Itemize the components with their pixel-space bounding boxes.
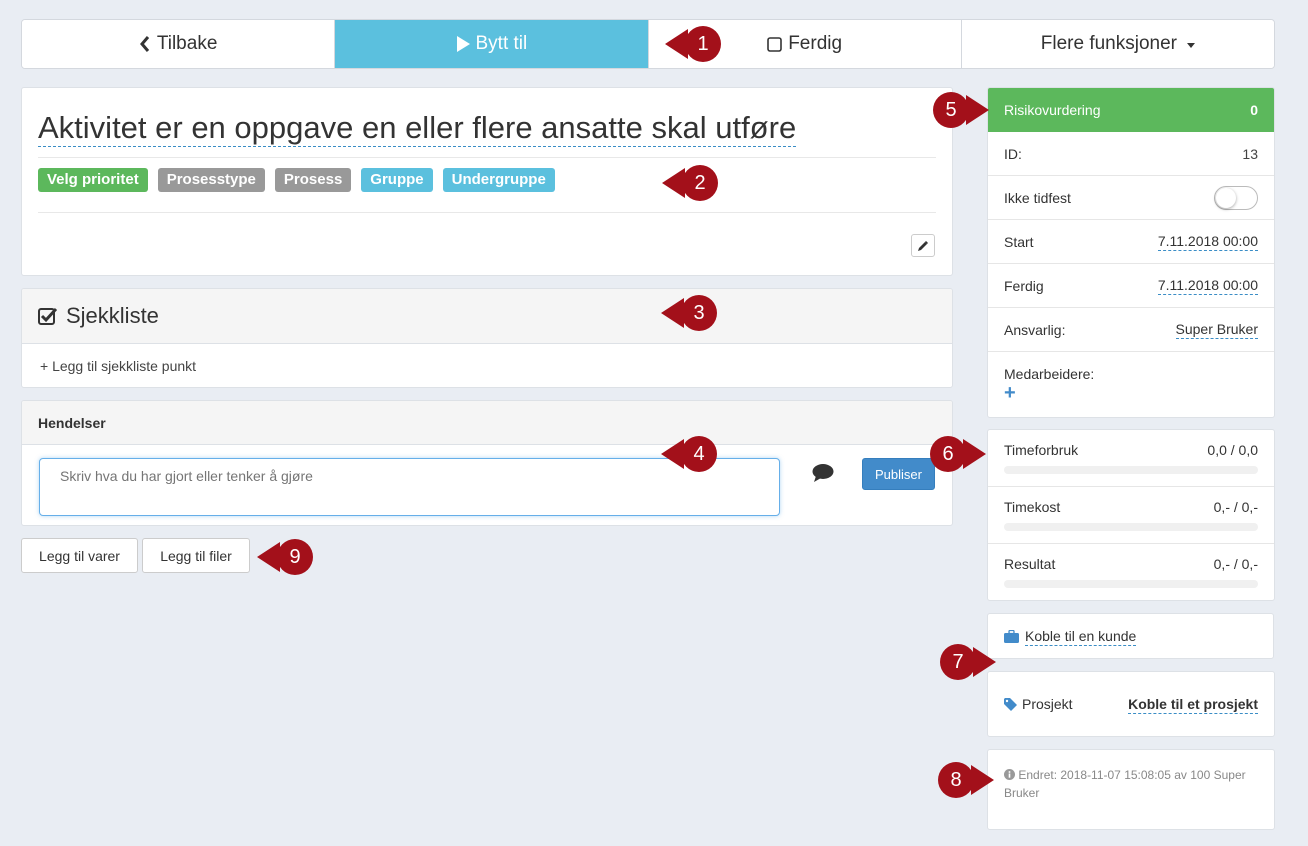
- responsible-value[interactable]: Super Bruker: [1175, 320, 1258, 339]
- project-label-wrap: Prosjekt: [1004, 696, 1073, 712]
- link-project[interactable]: Koble til et prosjekt: [1128, 695, 1258, 714]
- colleagues-label: Medarbeidere:: [1004, 366, 1095, 382]
- more-functions-dropdown[interactable]: Flere funksjoner: [961, 20, 1274, 68]
- publish-button[interactable]: Publiser: [862, 458, 935, 490]
- checklist-panel: Sjekkliste + Legg til sjekkliste punkt: [21, 288, 953, 388]
- info-icon: [1004, 769, 1015, 780]
- done-button-label: Ferdig: [788, 33, 843, 54]
- start-date-value[interactable]: 7.11.2018 00:00: [1157, 232, 1258, 251]
- caret-down-icon: [1186, 42, 1195, 48]
- add-colleague-icon[interactable]: +: [1004, 383, 1016, 403]
- callout-marker: 8: [937, 761, 997, 799]
- link-customer[interactable]: Koble til en kunde: [1025, 627, 1137, 646]
- callout-number: 4: [693, 442, 705, 465]
- top-toolbar: Tilbake Bytt til Ferdig Flere funksjoner: [21, 19, 1275, 69]
- id-row: ID: 13: [988, 132, 1274, 176]
- callout-number: 7: [952, 650, 964, 673]
- events-panel: Hendelser Publiser: [21, 400, 953, 526]
- comment-icon[interactable]: [812, 463, 834, 483]
- pencil-icon: [918, 240, 929, 251]
- colleagues-section: Medarbeidere: +: [988, 352, 1274, 416]
- untimed-toggle[interactable]: [1214, 185, 1258, 210]
- start-label: Start: [1004, 233, 1034, 250]
- hours-row: Timeforbruk 0,0 / 0,0: [988, 430, 1274, 487]
- responsible-row: Ansvarlig: Super Bruker: [988, 308, 1274, 352]
- result-value: 0,- / 0,-: [1213, 556, 1258, 572]
- callout-number: 3: [693, 301, 705, 324]
- start-row: Start 7.11.2018 00:00: [988, 220, 1274, 264]
- checkbox-empty-icon: [767, 36, 782, 52]
- callout-marker: 1: [662, 25, 722, 63]
- changed-info-panel: Endret: 2018-11-07 15:08:05 av 100 Super…: [987, 749, 1275, 830]
- add-items-button[interactable]: Legg til varer: [21, 538, 138, 573]
- checkbox-checked-icon: [38, 307, 58, 325]
- result-label: Resultat: [1004, 556, 1056, 572]
- risk-assessment-header[interactable]: Risikovurdering 0: [988, 88, 1274, 132]
- callout-marker: 7: [939, 643, 999, 681]
- hours-label: Timeforbruk: [1004, 442, 1079, 458]
- customer-panel: Koble til en kunde: [987, 613, 1274, 659]
- cost-label: Timekost: [1004, 499, 1061, 515]
- edit-button[interactable]: [911, 234, 935, 257]
- responsible-label: Ansvarlig:: [1004, 321, 1066, 338]
- more-functions-label: Flere funksjoner: [1040, 33, 1177, 54]
- switch-button[interactable]: Bytt til: [335, 20, 649, 68]
- cost-value: 0,- / 0,-: [1213, 499, 1258, 515]
- callout-number: 1: [697, 32, 709, 55]
- checklist-header: Sjekkliste: [22, 289, 952, 344]
- callout-number: 5: [945, 98, 957, 121]
- callout-marker: 5: [932, 91, 992, 129]
- events-header: Hendelser: [22, 401, 952, 445]
- divider: [38, 157, 936, 158]
- callout-number: 2: [694, 171, 706, 194]
- process-type-label[interactable]: Prosesstype: [157, 168, 265, 192]
- callout-marker: 3: [658, 294, 718, 332]
- id-label: ID:: [1004, 145, 1022, 162]
- end-row: Ferdig 7.11.2018 00:00: [988, 264, 1274, 308]
- priority-label[interactable]: Velg prioritet: [38, 168, 148, 192]
- result-progress-bar: [1004, 580, 1258, 588]
- divider: [38, 212, 936, 213]
- project-label: Prosjekt: [1022, 696, 1073, 712]
- callout-marker: 9: [254, 538, 314, 576]
- switch-button-label: Bytt til: [475, 33, 528, 54]
- hours-progress-bar: [1004, 466, 1258, 474]
- task-title[interactable]: Aktivitet er en oppgave en eller flere a…: [38, 110, 797, 147]
- time-usage-panel: Timeforbruk 0,0 / 0,0 Timekost 0,- / 0,-…: [987, 429, 1275, 601]
- tag-icon: [1004, 697, 1017, 711]
- process-label[interactable]: Prosess: [274, 168, 352, 192]
- callout-number: 6: [942, 442, 954, 465]
- group-label[interactable]: Gruppe: [361, 168, 433, 192]
- callout-marker: 6: [929, 435, 989, 473]
- untimed-row: Ikke tidfest: [988, 176, 1274, 220]
- add-checklist-item-link[interactable]: + Legg til sjekkliste punkt: [22, 344, 952, 387]
- task-info-panel: Risikovurdering 0 ID: 13 Ikke tidfest St…: [987, 87, 1275, 418]
- callout-number: 8: [950, 768, 962, 791]
- chevron-left-icon: [139, 36, 149, 52]
- end-date-value[interactable]: 7.11.2018 00:00: [1157, 276, 1258, 295]
- cost-progress-bar: [1004, 523, 1258, 531]
- back-button-label: Tilbake: [156, 33, 218, 54]
- hours-value: 0,0 / 0,0: [1207, 442, 1258, 458]
- back-button[interactable]: Tilbake: [22, 20, 336, 68]
- cost-row: Timekost 0,- / 0,-: [988, 487, 1274, 544]
- add-files-button[interactable]: Legg til filer: [142, 538, 250, 573]
- subgroup-label[interactable]: Undergruppe: [442, 168, 555, 192]
- play-icon: [456, 36, 470, 52]
- untimed-label: Ikke tidfest: [1004, 189, 1071, 206]
- end-label: Ferdig: [1004, 277, 1044, 294]
- project-panel: Prosjekt Koble til et prosjekt: [987, 671, 1275, 737]
- changed-text: Endret: 2018-11-07 15:08:05 av 100 Super…: [1004, 768, 1246, 800]
- callout-marker: 4: [658, 435, 718, 473]
- risk-label: Risikovurdering: [1004, 102, 1101, 118]
- callout-number: 9: [289, 545, 301, 568]
- task-labels: Velg prioritet Prosesstype Prosess Grupp…: [38, 168, 555, 192]
- callout-marker: 2: [659, 164, 719, 202]
- result-row: Resultat 0,- / 0,-: [988, 544, 1274, 600]
- id-value: 13: [1242, 145, 1258, 162]
- briefcase-icon: [1004, 629, 1019, 643]
- task-header-panel: Aktivitet er en oppgave en eller flere a…: [21, 87, 953, 276]
- checklist-title: Sjekkliste: [66, 303, 159, 328]
- risk-count: 0: [1250, 102, 1258, 118]
